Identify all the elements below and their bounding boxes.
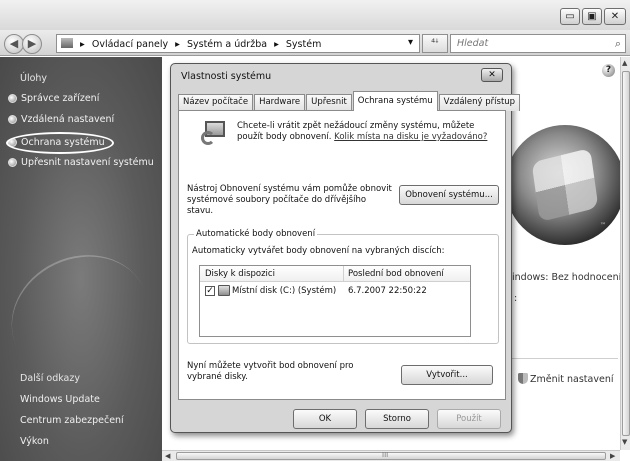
task-pane: Úlohy Správce zařízení Vzdálená nastaven… [0, 57, 169, 461]
scroll-left-icon[interactable]: ◀ [165, 452, 170, 460]
close-button[interactable]: ✕ [604, 8, 626, 25]
link-windows-update[interactable]: Windows Update [20, 394, 100, 405]
sidebar-item-label: Upřesnit nastavení systému [21, 157, 154, 168]
forward-button[interactable]: ▶ [22, 34, 42, 54]
apply-button[interactable]: Použít [437, 409, 501, 429]
maximize-button[interactable]: ▣ [582, 8, 602, 25]
vertical-scroll-thumb[interactable] [622, 71, 630, 436]
tab-hardware[interactable]: Hardware [254, 94, 306, 111]
last-restore-date: 6.7.2007 22:50:22 [348, 286, 427, 296]
tab-remote[interactable]: Vzdálený přístup [438, 94, 521, 111]
hard-drive-icon [218, 285, 230, 296]
trademark: ™ [600, 222, 606, 229]
highlight-ellipse [6, 132, 114, 154]
link-security-center[interactable]: Centrum zabezpečení [20, 415, 124, 426]
chevron-down-icon[interactable]: ▾ [408, 37, 413, 48]
divider [510, 358, 618, 359]
bg-char: : [514, 293, 518, 304]
minimize-button[interactable]: ▭ [560, 8, 580, 25]
column-separator [343, 266, 344, 282]
help-icon[interactable]: ? [602, 64, 615, 77]
windows-flag [531, 147, 599, 223]
sidebar-item-device-manager[interactable]: Správce zařízení [8, 93, 99, 104]
search-input[interactable]: Hledat ⌕ [450, 34, 626, 53]
breadcrumb-control-panel[interactable]: Ovládací panely [92, 39, 168, 50]
search-icon[interactable]: ⌕ [615, 37, 621, 51]
breadcrumb-separator: ▸ [175, 39, 180, 50]
create-description: Nyní můžete vytvořit bod obnovení pro vy… [187, 361, 354, 382]
horizontal-scrollbar[interactable]: ◀ III ▶ [162, 450, 620, 461]
dialog-title: Vlastnosti systému [181, 71, 272, 82]
disk-list[interactable]: Disky k dispozici Poslední bod obnovení … [199, 265, 471, 337]
shield-icon [8, 115, 17, 124]
change-settings-label: Změnit nastavení [530, 374, 614, 385]
table-row[interactable]: ✓ Místní disk (C:) (Systém) 6.7.2007 22:… [200, 285, 470, 299]
dialog-close-button[interactable]: ✕ [481, 68, 503, 82]
back-arrow-icon: ◀ [9, 37, 19, 50]
tab-strip: Název počítače Hardware Upřesnit Ochrana… [178, 91, 521, 111]
see-also-heading: Další odkazy [20, 373, 80, 384]
refresh-button[interactable]: ⁴ꜜ [422, 34, 448, 53]
create-button[interactable]: Vytvořit... [401, 365, 493, 385]
intro-text: Chcete-li vrátit zpět nežádoucí změny sy… [237, 121, 499, 143]
scroll-right-icon[interactable]: ▶ [610, 452, 615, 460]
rating-text: indows: Bez hodnocení [512, 272, 622, 283]
system-protection-panel: Chcete-li vrátit zpět nežádoucí změny sy… [178, 110, 506, 400]
sidebar-item-remote-settings[interactable]: Vzdálená nastavení [8, 114, 114, 125]
breadcrumb: ▸ Ovládací panely ▸ Systém a údržba ▸ Sy… [61, 38, 325, 50]
breadcrumb-system[interactable]: Systém [286, 39, 321, 50]
shield-icon [518, 373, 528, 384]
disk-checkbox[interactable]: ✓ [205, 286, 215, 296]
system-restore-icon [201, 121, 227, 151]
shield-icon [8, 158, 17, 167]
forward-arrow-icon: ▶ [27, 37, 37, 50]
group-legend: Automatické body obnovení [194, 229, 318, 239]
shield-icon [8, 94, 17, 103]
breadcrumb-system-maintenance[interactable]: Systém a údržba [187, 39, 267, 50]
vertical-scrollbar[interactable]: ▲ ▼ [620, 57, 630, 450]
column-last-restore-point[interactable]: Poslední bod obnovení [348, 269, 444, 279]
back-button[interactable]: ◀ [4, 34, 24, 54]
scroll-down-icon[interactable]: ▼ [622, 438, 627, 446]
breadcrumb-separator: ▸ [274, 39, 279, 50]
sidebar-item-advanced-settings[interactable]: Upřesnit nastavení systému [8, 157, 154, 168]
cancel-button[interactable]: Storno [365, 409, 429, 429]
sidebar-item-label: Správce zařízení [21, 93, 100, 104]
group-description: Automaticky vytvářet body obnovení na vy… [192, 246, 445, 256]
restore-arrow-shape [201, 131, 215, 145]
disk-space-link[interactable]: Kolik místa na disku je vyžadováno? [334, 132, 487, 142]
link-performance[interactable]: Výkon [20, 436, 49, 447]
scroll-grip: III [382, 451, 389, 459]
auto-restore-group: Automatické body obnovení Automaticky vy… [187, 229, 499, 344]
control-panel-icon [61, 38, 73, 48]
column-available-disks[interactable]: Disky k dispozici [205, 269, 275, 279]
sidebar-item-label: Vzdálená nastavení [21, 114, 115, 125]
restore-description: Nástroj Obnovení systému vám pomůže obno… [187, 184, 392, 216]
horizontal-scroll-thumb[interactable]: III [176, 451, 606, 460]
address-toolbar: ◀ ▶ ▸ Ovládací panely ▸ Systém a údržba … [0, 30, 630, 56]
system-restore-button[interactable]: Obnovení systému... [399, 185, 499, 205]
tasks-heading: Úlohy [20, 73, 48, 84]
system-properties-dialog: Vlastnosti systému ✕ Název počítače Hard… [170, 63, 521, 433]
ok-button[interactable]: OK [293, 409, 357, 429]
change-settings-link[interactable]: Změnit nastavení [518, 373, 613, 385]
list-header: Disky k dispozici Poslední bod obnovení [200, 266, 470, 282]
address-field[interactable]: ▸ Ovládací panely ▸ Systém a údržba ▸ Sy… [56, 34, 420, 53]
search-placeholder: Hledat [457, 38, 489, 49]
windows-logo [505, 125, 625, 245]
scroll-up-icon[interactable]: ▲ [622, 59, 627, 67]
tab-advanced[interactable]: Upřesnit [306, 94, 352, 111]
breadcrumb-separator: ▸ [80, 39, 85, 50]
tab-computer-name[interactable]: Název počítače [178, 94, 254, 111]
disk-name: Místní disk (C:) (Systém) [232, 286, 337, 296]
tab-system-protection[interactable]: Ochrana systému [352, 91, 438, 111]
refresh-icon: ⁴ꜜ [431, 38, 439, 49]
window-title-bar: ▭ ▣ ✕ [0, 0, 630, 30]
